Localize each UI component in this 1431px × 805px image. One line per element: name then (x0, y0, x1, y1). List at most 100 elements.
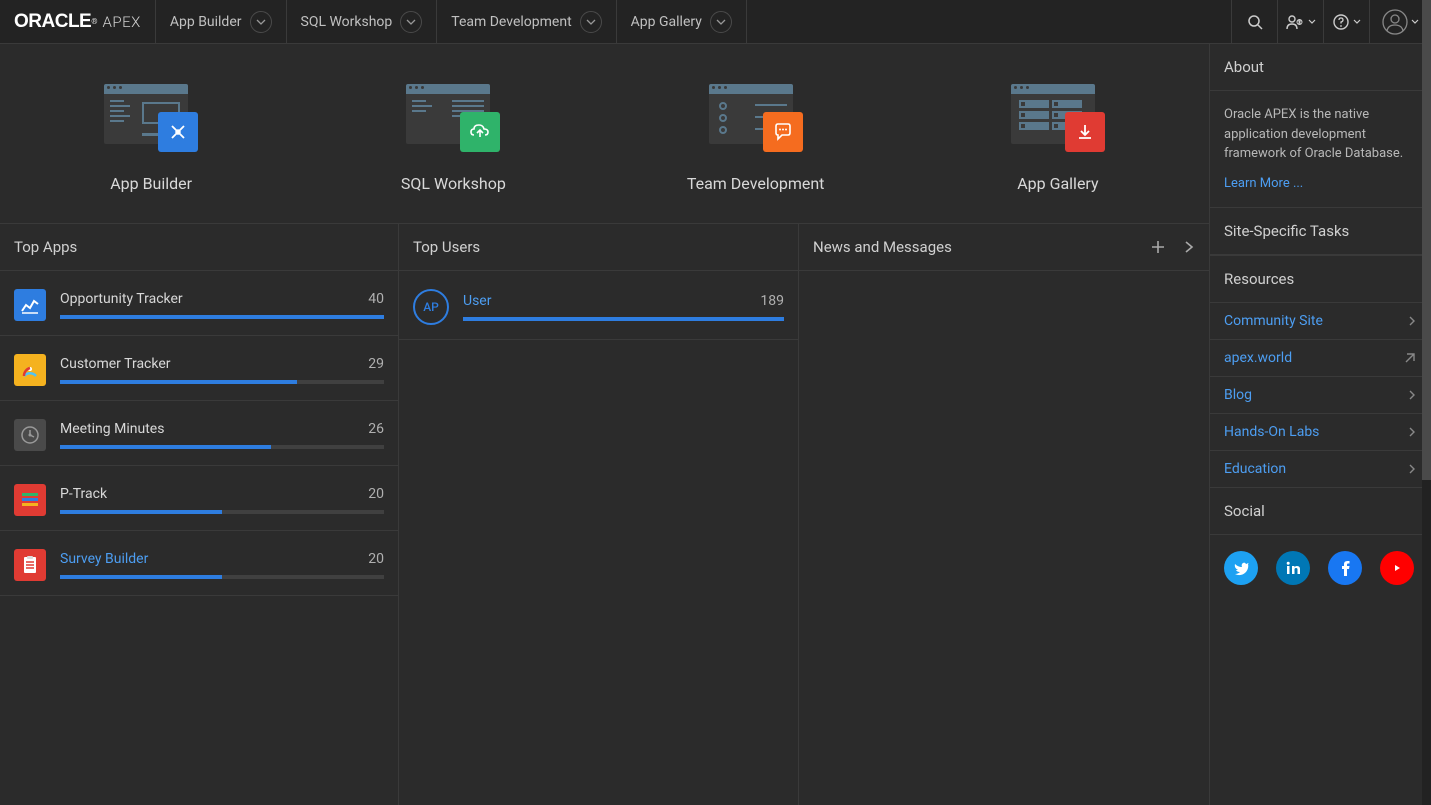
app-row[interactable]: Customer Tracker 29 (0, 336, 398, 401)
chevron-down-icon (1411, 18, 1419, 26)
hero-app-builder[interactable]: App Builder (0, 84, 302, 193)
sql-workshop-graphic (406, 84, 500, 152)
resource-link[interactable]: Education (1210, 451, 1431, 488)
twitter-button[interactable] (1224, 551, 1258, 585)
chevron-right-icon (1407, 463, 1417, 475)
scroll-thumb[interactable] (1422, 0, 1431, 480)
nav-app-builder[interactable]: App Builder (156, 0, 287, 43)
resource-label: Blog (1224, 387, 1252, 403)
pencil-ruler-icon (158, 112, 198, 152)
resource-label: Community Site (1224, 313, 1323, 329)
app-icon (14, 289, 46, 321)
chevron-down-icon (1308, 18, 1316, 26)
panel-header: Top Users (399, 224, 798, 271)
hero-team-development[interactable]: Team Development (605, 84, 907, 193)
top-right-icons (1231, 0, 1431, 43)
nav-label: App Gallery (631, 14, 702, 30)
youtube-button[interactable] (1380, 551, 1414, 585)
top-apps-panel: Top Apps Opportunity Tracker 40 Customer… (0, 224, 399, 805)
app-row[interactable]: P-Track 20 (0, 466, 398, 531)
youtube-icon (1388, 561, 1406, 575)
search-button[interactable] (1231, 0, 1277, 43)
linkedin-button[interactable] (1276, 551, 1310, 585)
logo-reg-mark: ® (91, 17, 97, 26)
hero-label: App Builder (110, 174, 192, 193)
app-name: P-Track (60, 486, 107, 502)
nav-team-development[interactable]: Team Development (437, 0, 616, 43)
app-name: Survey Builder (60, 551, 148, 567)
social-row (1210, 535, 1431, 601)
download-icon (1065, 112, 1105, 152)
chevron-down-icon[interactable] (580, 11, 602, 33)
app-name: Customer Tracker (60, 356, 171, 372)
user-count: 189 (760, 293, 784, 309)
app-icon (14, 419, 46, 451)
app-count: 29 (368, 356, 384, 372)
app-name: Opportunity Tracker (60, 291, 183, 307)
nav-items: App Builder SQL Workshop Team Developmen… (156, 0, 747, 43)
resource-link[interactable]: Hands-On Labs (1210, 414, 1431, 451)
nav-sql-workshop[interactable]: SQL Workshop (287, 0, 438, 43)
logo[interactable]: ORACLE® APEX (0, 0, 156, 43)
progress-bar (60, 380, 384, 384)
help-icon (1332, 13, 1350, 31)
hero-label: App Gallery (1017, 174, 1098, 193)
search-icon (1246, 13, 1264, 31)
facebook-icon (1340, 560, 1350, 576)
chevron-right-icon (1407, 315, 1417, 327)
app-count: 20 (368, 551, 384, 567)
nav-label: App Builder (170, 14, 242, 30)
hero-app-gallery[interactable]: App Gallery (907, 84, 1209, 193)
scrollbar[interactable] (1422, 0, 1431, 805)
admin-button[interactable] (1277, 0, 1323, 43)
progress-bar (60, 445, 384, 449)
site-tasks-header: Site-Specific Tasks (1210, 208, 1431, 255)
app-icon (14, 484, 46, 516)
news-messages-panel: News and Messages (799, 224, 1209, 805)
facebook-button[interactable] (1328, 551, 1362, 585)
hero-sql-workshop[interactable]: SQL Workshop (302, 84, 604, 193)
nav-label: Team Development (451, 14, 571, 30)
chevron-down-icon[interactable] (710, 11, 732, 33)
app-builder-graphic (104, 84, 198, 152)
chevron-right-icon (1407, 426, 1417, 438)
plus-icon (1151, 240, 1165, 254)
social-header: Social (1210, 488, 1431, 535)
chevron-down-icon (1353, 18, 1361, 26)
progress-bar (60, 510, 384, 514)
right-sidebar: About Oracle APEX is the native applicat… (1209, 44, 1431, 805)
resource-link[interactable]: Blog (1210, 377, 1431, 414)
resource-link[interactable]: apex.world (1210, 340, 1431, 377)
help-button[interactable] (1323, 0, 1369, 43)
learn-more-link[interactable]: Learn More ... (1224, 174, 1417, 194)
chevron-down-icon[interactable] (400, 11, 422, 33)
app-count: 26 (368, 421, 384, 437)
admin-users-icon (1285, 13, 1305, 31)
cloud-upload-icon (460, 112, 500, 152)
app-row[interactable]: Opportunity Tracker 40 (0, 271, 398, 336)
hero-tiles: App Builder SQL Workshop (0, 44, 1209, 223)
resource-link[interactable]: Community Site (1210, 303, 1431, 340)
resources-header: Resources (1210, 255, 1431, 303)
resource-label: apex.world (1224, 350, 1292, 366)
user-avatar: AP (413, 289, 449, 325)
app-gallery-graphic (1011, 84, 1105, 152)
app-row[interactable]: Meeting Minutes 26 (0, 401, 398, 466)
chevron-down-icon[interactable] (250, 11, 272, 33)
user-row[interactable]: AP User 189 (399, 271, 798, 340)
app-icon (14, 354, 46, 386)
user-name: User (463, 293, 491, 309)
hero-label: Team Development (687, 174, 825, 193)
app-name: Meeting Minutes (60, 421, 164, 437)
progress-bar (463, 317, 784, 321)
progress-bar (60, 575, 384, 579)
about-text: Oracle APEX is the native application de… (1224, 107, 1403, 161)
add-message-button[interactable] (1151, 240, 1165, 254)
nav-app-gallery[interactable]: App Gallery (617, 0, 747, 43)
top-nav-bar: ORACLE® APEX App Builder SQL Workshop Te… (0, 0, 1431, 44)
top-users-panel: Top Users AP User 189 (399, 224, 799, 805)
chevron-right-icon (1407, 389, 1417, 401)
next-button[interactable] (1183, 240, 1195, 254)
app-row[interactable]: Survey Builder 20 (0, 531, 398, 596)
about-header: About (1210, 44, 1431, 91)
